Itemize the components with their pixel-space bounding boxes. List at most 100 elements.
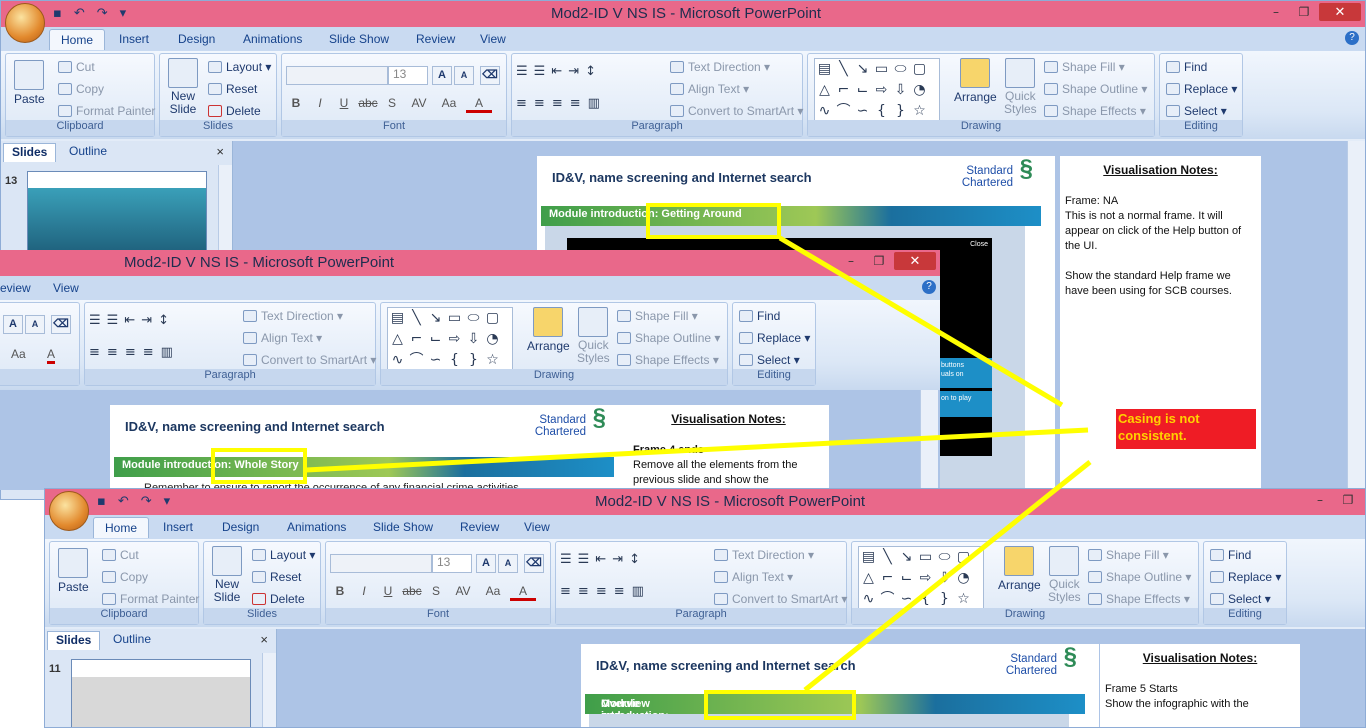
brace-right-shape-icon[interactable]: }: [891, 101, 910, 122]
tab-outline[interactable]: Outline: [105, 631, 159, 650]
text-direction-button[interactable]: Text Direction ▾: [243, 309, 343, 323]
star-shape-icon[interactable]: ☆: [483, 350, 502, 371]
align-left-icon[interactable]: ≡: [560, 584, 571, 599]
convert-smartart-button[interactable]: Convert to SmartArt ▾: [670, 104, 803, 118]
slide-thumbnail[interactable]: [27, 171, 207, 261]
tab-slide-show[interactable]: Slide Show: [329, 32, 389, 46]
replace-button[interactable]: Replace ▾: [739, 331, 810, 345]
brace-left-shape-icon[interactable]: {: [916, 589, 935, 610]
close-icon[interactable]: ✕: [894, 252, 936, 270]
office-button[interactable]: [5, 3, 45, 43]
star-shape-icon[interactable]: ☆: [954, 589, 973, 610]
rect-shape-icon[interactable]: ▭: [445, 308, 464, 329]
spacing-button[interactable]: AV: [406, 96, 432, 113]
find-button[interactable]: Find: [1166, 60, 1207, 74]
align-right-icon[interactable]: ≡: [552, 96, 563, 111]
tab-insert[interactable]: Insert: [119, 32, 149, 46]
spacing-button[interactable]: AV: [450, 584, 476, 601]
shrink-font-button[interactable]: A: [498, 554, 518, 573]
arrow-shape-icon[interactable]: ↘: [426, 308, 445, 329]
case-button[interactable]: Aa: [11, 347, 26, 361]
tab-animations[interactable]: Animations: [287, 520, 346, 534]
redo-icon[interactable]: ↷: [141, 494, 152, 509]
arrange-button[interactable]: Arrange: [998, 546, 1041, 592]
reset-button[interactable]: Reset: [252, 570, 301, 584]
case-button[interactable]: Aa: [436, 96, 462, 113]
redo-icon[interactable]: ↷: [97, 6, 108, 21]
restore-icon[interactable]: ❐: [1291, 3, 1317, 20]
brace-left-shape-icon[interactable]: {: [445, 350, 464, 371]
slide-thumbnail[interactable]: [71, 659, 251, 727]
connector-shape-icon[interactable]: ⌙: [897, 568, 916, 589]
elbow-shape-icon[interactable]: ⌐: [834, 80, 853, 101]
underline-button[interactable]: U: [378, 584, 398, 601]
customize-icon[interactable]: ▾: [164, 494, 171, 509]
brace-right-shape-icon[interactable]: }: [464, 350, 483, 371]
justify-icon[interactable]: ≡: [143, 345, 154, 360]
tab-review[interactable]: Review: [460, 520, 499, 534]
minimize-icon[interactable]: –: [1307, 491, 1333, 508]
elbow-shape-icon[interactable]: ⌐: [407, 329, 426, 350]
text-direction-button[interactable]: Text Direction ▾: [670, 60, 770, 74]
star-shape-icon[interactable]: ☆: [910, 101, 929, 122]
slide-canvas[interactable]: ID&V, name screening and Internet search…: [110, 405, 628, 490]
line-spacing-icon[interactable]: ↕: [629, 552, 640, 567]
undo-icon[interactable]: ↶: [74, 6, 85, 21]
shape-fill-button[interactable]: Shape Fill ▾: [617, 309, 698, 323]
italic-button[interactable]: I: [310, 96, 330, 113]
decrease-indent-icon[interactable]: ⇤: [124, 313, 135, 328]
layout-button[interactable]: Layout ▾: [208, 60, 271, 74]
columns-icon[interactable]: ▥: [161, 345, 173, 360]
align-center-icon[interactable]: ≡: [534, 96, 545, 111]
restore-icon[interactable]: ❐: [1335, 491, 1361, 508]
align-center-icon[interactable]: ≡: [107, 345, 118, 360]
font-size-field[interactable]: 13: [388, 66, 428, 85]
shape-effects-button[interactable]: Shape Effects ▾: [1044, 104, 1146, 118]
bullets-icon[interactable]: ☰: [89, 313, 101, 328]
align-right-icon[interactable]: ≡: [596, 584, 607, 599]
callout-shape-icon[interactable]: ◔: [910, 80, 929, 101]
tab-outline[interactable]: Outline: [61, 143, 115, 162]
curve-shape-icon[interactable]: ∿: [859, 589, 878, 610]
grow-font-button[interactable]: A: [3, 315, 23, 334]
curve-shape-icon[interactable]: ∿: [815, 101, 834, 122]
connector-shape-icon[interactable]: ⌙: [426, 329, 445, 350]
oval-shape-icon[interactable]: ⬭: [935, 547, 954, 568]
down-arrow-shape-icon[interactable]: ⇩: [464, 329, 483, 350]
numbering-icon[interactable]: ☰: [578, 552, 590, 567]
right-arrow-shape-icon[interactable]: ⇨: [916, 568, 935, 589]
line-shape-icon[interactable]: ╲: [878, 547, 897, 568]
shape-fill-button[interactable]: Shape Fill ▾: [1088, 548, 1169, 562]
italic-button[interactable]: I: [354, 584, 374, 601]
restore-icon[interactable]: ❐: [866, 252, 892, 269]
textbox-shape-icon[interactable]: ▤: [815, 59, 834, 80]
customize-icon[interactable]: ▾: [120, 6, 127, 21]
justify-icon[interactable]: ≡: [570, 96, 581, 111]
save-icon[interactable]: ▪: [97, 494, 106, 509]
numbering-icon[interactable]: ☰: [107, 313, 119, 328]
new-slide-button[interactable]: New Slide: [168, 58, 198, 116]
select-button[interactable]: Select ▾: [1166, 104, 1227, 118]
curve-shape-icon[interactable]: ∿: [388, 350, 407, 371]
tab-review[interactable]: Review: [416, 32, 455, 46]
shape-outline-button[interactable]: Shape Outline ▾: [617, 331, 720, 345]
minimize-icon[interactable]: –: [838, 252, 864, 269]
font-color-button[interactable]: A: [510, 584, 536, 601]
quick-styles-button[interactable]: Quick Styles: [1048, 546, 1081, 604]
triangle-shape-icon[interactable]: △: [815, 80, 834, 101]
shadow-button[interactable]: S: [426, 584, 446, 601]
main-scrollbar[interactable]: [920, 390, 938, 490]
align-center-icon[interactable]: ≡: [578, 584, 589, 599]
line-spacing-icon[interactable]: ↕: [585, 64, 596, 79]
find-button[interactable]: Find: [1210, 548, 1251, 562]
copy-button[interactable]: Copy: [58, 82, 104, 96]
shrink-font-button[interactable]: A: [454, 66, 474, 85]
help-close-label[interactable]: Close: [970, 241, 988, 248]
tab-view[interactable]: View: [524, 520, 550, 534]
grow-font-button[interactable]: A: [476, 554, 496, 573]
oval-shape-icon[interactable]: ⬭: [464, 308, 483, 329]
triangle-shape-icon[interactable]: △: [859, 568, 878, 589]
shadow-button[interactable]: S: [382, 96, 402, 113]
shapes-gallery[interactable]: ▤ ╲ ↘ ▭ ⬭ ▢ △ ⌐ ⌙ ⇨ ⇩ ◔ ∿ ⌒ ∽{} ☆: [858, 546, 984, 611]
decrease-indent-icon[interactable]: ⇤: [595, 552, 606, 567]
